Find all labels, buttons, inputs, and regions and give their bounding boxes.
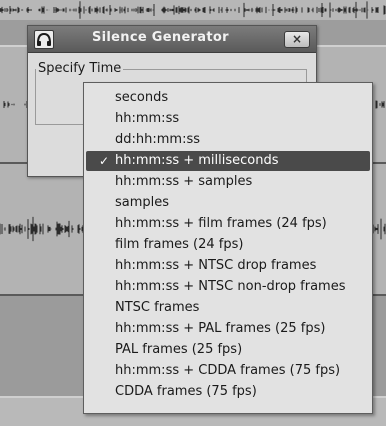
menu-item-cdda-frames[interactable]: CDDA frames (75 fps) (84, 382, 372, 402)
menu-item-label: PAL frames (25 fps) (115, 342, 243, 357)
menu-item-label: seconds (115, 90, 169, 105)
menu-item-label: NTSC frames (115, 300, 200, 315)
audacity-workspace: Silence Generator × Specify Time seconds… (0, 0, 386, 426)
menu-item-ntsc-frames[interactable]: NTSC frames (84, 298, 372, 318)
audio-track-top[interactable] (0, 0, 386, 20)
menu-item-hhmmss-pal-frames[interactable]: hh:mm:ss + PAL frames (25 fps) (84, 319, 372, 339)
menu-item-ddhhmmss[interactable]: dd:hh:mm:ss (84, 130, 372, 150)
menu-item-hhmmss-cdda-frames[interactable]: hh:mm:ss + CDDA frames (75 fps) (84, 361, 372, 381)
menu-item-label: hh:mm:ss + film frames (24 fps) (115, 216, 327, 231)
menu-item-hhmmss-samples[interactable]: hh:mm:ss + samples (84, 172, 372, 192)
dialog-titlebar[interactable]: Silence Generator × (28, 26, 316, 53)
menu-item-label: samples (115, 195, 170, 210)
menu-item-label: hh:mm:ss (115, 111, 180, 126)
menu-item-hhmmss-film-frames[interactable]: hh:mm:ss + film frames (24 fps) (84, 214, 372, 234)
menu-item-hhmmss[interactable]: hh:mm:ss (84, 109, 372, 129)
menu-item-label: hh:mm:ss + CDDA frames (75 fps) (115, 363, 341, 378)
menu-item-hhmmss-milliseconds[interactable]: ✓ hh:mm:ss + milliseconds (86, 151, 370, 171)
menu-item-film-frames[interactable]: film frames (24 fps) (84, 235, 372, 255)
menu-item-label: hh:mm:ss + samples (115, 174, 253, 189)
menu-item-pal-frames[interactable]: PAL frames (25 fps) (84, 340, 372, 360)
menu-item-hhmmss-ntsc-non-drop[interactable]: hh:mm:ss + NTSC non-drop frames (84, 277, 372, 297)
menu-item-label: hh:mm:ss + PAL frames (25 fps) (115, 321, 326, 336)
waveform-top (0, 1, 386, 19)
menu-item-label: hh:mm:ss + NTSC non-drop frames (115, 279, 346, 294)
time-format-menu: seconds hh:mm:ss dd:hh:mm:ss ✓ hh:mm:ss … (83, 82, 373, 414)
menu-item-seconds[interactable]: seconds (84, 88, 372, 108)
menu-item-label: hh:mm:ss + NTSC drop frames (115, 258, 317, 273)
close-button[interactable]: × (284, 31, 310, 48)
menu-item-hhmmss-ntsc-drop[interactable]: hh:mm:ss + NTSC drop frames (84, 256, 372, 276)
menu-item-label: CDDA frames (75 fps) (115, 384, 257, 399)
close-icon: × (291, 32, 303, 46)
dialog-title: Silence Generator (92, 30, 229, 45)
menu-item-label: film frames (24 fps) (115, 237, 244, 252)
menu-item-samples[interactable]: samples (84, 193, 372, 213)
menu-item-label: hh:mm:ss + milliseconds (115, 153, 279, 168)
checkmark-icon: ✓ (99, 154, 110, 168)
audacity-headphones-icon (34, 30, 54, 49)
specify-time-label: Specify Time (36, 61, 124, 76)
menu-item-label: dd:hh:mm:ss (115, 132, 200, 147)
